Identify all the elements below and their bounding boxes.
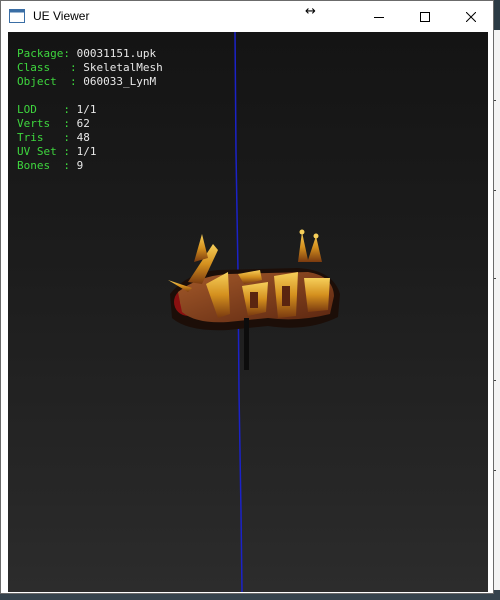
resize-horizontal-cursor-icon: ↔	[305, 4, 316, 19]
close-icon	[466, 11, 476, 22]
skeletal-mesh-logo	[168, 229, 340, 370]
title-bar[interactable]: UE Viewer ↔	[1, 1, 493, 32]
window-title: UE Viewer	[33, 9, 90, 23]
maximize-icon	[420, 11, 430, 22]
ue-viewer-app-icon	[9, 9, 25, 23]
minimize-button[interactable]	[356, 1, 402, 32]
close-button[interactable]	[448, 1, 494, 32]
minimize-icon	[374, 16, 384, 18]
maximize-button[interactable]	[402, 1, 448, 32]
3d-viewport[interactable]: Package: 00031151.upk Class : SkeletalMe…	[8, 32, 488, 592]
ue-viewer-window[interactable]: UE Viewer ↔ Package: 00031151.upk Class …	[0, 0, 494, 594]
